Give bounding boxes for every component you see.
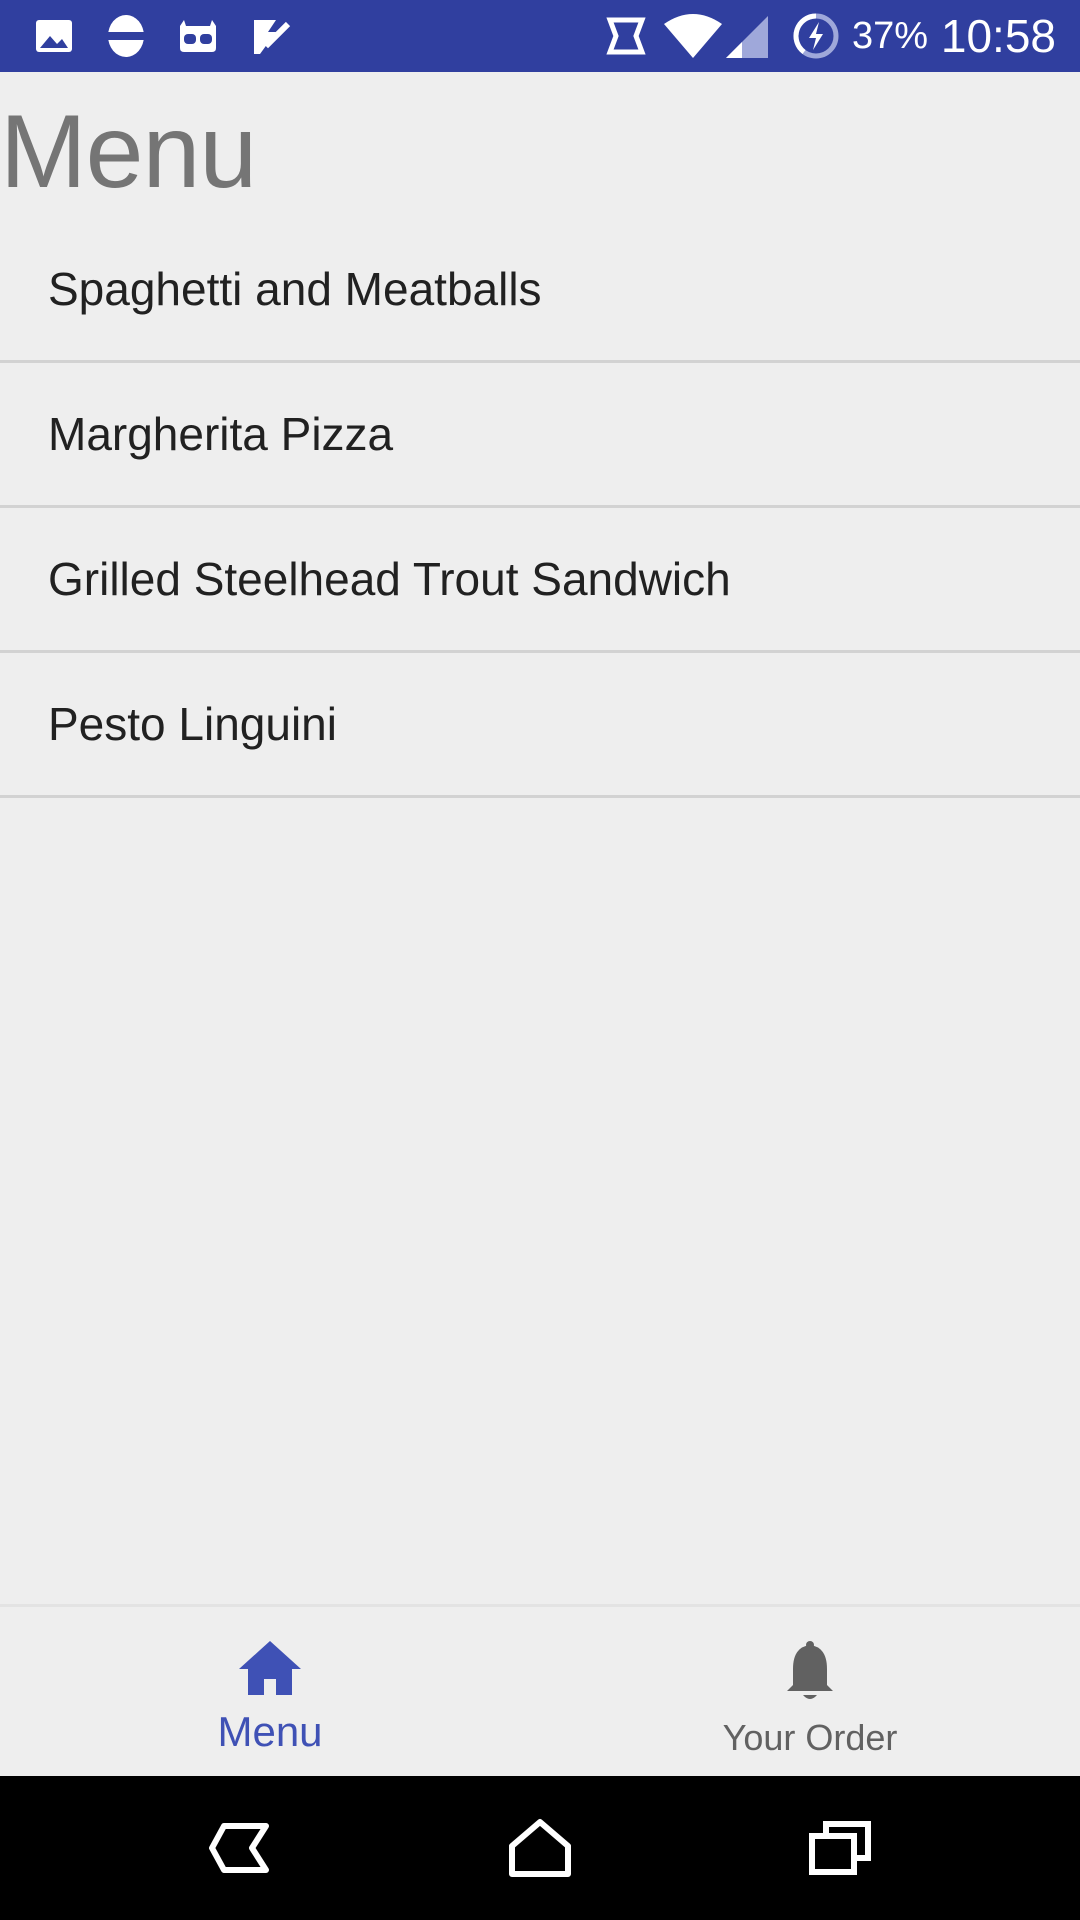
tab-your-order[interactable]: Your Order [540, 1607, 1080, 1776]
status-bar: 37% 10:58 [0, 0, 1080, 72]
menu-item-label: Pesto Linguini [48, 698, 337, 750]
home-button-icon[interactable] [500, 1808, 580, 1888]
page-title: Menu [0, 94, 257, 210]
menu-item-label: Grilled Steelhead Trout Sandwich [48, 553, 731, 605]
menu-list: Spaghetti and Meatballs Margherita Pizza… [0, 218, 1080, 798]
clock: 10:58 [940, 10, 1056, 62]
menu-item[interactable]: Margherita Pizza [0, 363, 1080, 508]
home-icon [239, 1641, 301, 1695]
menu-item[interactable]: Grilled Steelhead Trout Sandwich [0, 508, 1080, 653]
tab-your-order-label: Your Order [722, 1717, 898, 1758]
menu-item[interactable]: Pesto Linguini [0, 653, 1080, 798]
task-check-icon [254, 20, 291, 54]
signal-icon [726, 16, 768, 58]
back-icon[interactable] [200, 1808, 280, 1888]
menu-item-label: Margherita Pizza [48, 408, 394, 460]
image-icon [36, 20, 72, 52]
menu-item[interactable]: Spaghetti and Meatballs [0, 218, 1080, 363]
sync-icon [108, 15, 144, 57]
system-navigation-bar [0, 1776, 1080, 1920]
bell-icon [787, 1641, 833, 1699]
battery-percentage: 37% [851, 15, 928, 57]
cyanogen-icon [180, 20, 216, 52]
battery-charging-icon [793, 13, 839, 59]
wifi-icon [664, 14, 722, 58]
recents-icon[interactable] [800, 1808, 880, 1888]
vibrate-icon [606, 17, 646, 55]
tab-menu-label: Menu [217, 1708, 323, 1755]
tab-menu[interactable]: Menu [0, 1607, 540, 1776]
menu-item-label: Spaghetti and Meatballs [48, 263, 542, 315]
bottom-navigation: Menu Your Order [0, 1604, 1080, 1776]
